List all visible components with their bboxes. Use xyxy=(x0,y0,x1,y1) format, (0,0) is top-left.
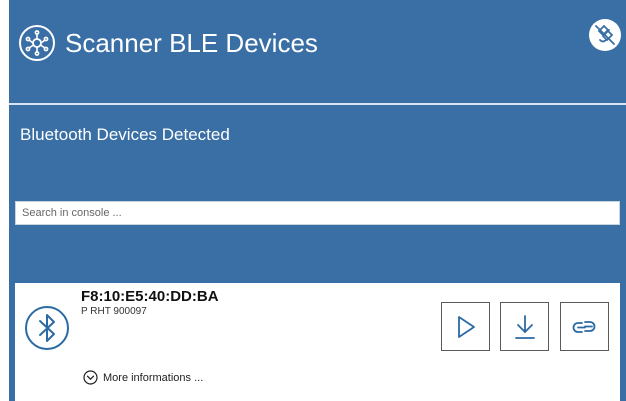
scanner-panel: Scanner BLE Devices Bluetooth Devices De… xyxy=(9,0,626,401)
app-header: Scanner BLE Devices xyxy=(9,0,626,88)
connect-button[interactable] xyxy=(560,302,609,351)
device-card[interactable]: F8:10:E5:40:DD:BA P RHT 900097 More info… xyxy=(15,283,620,401)
device-name: P RHT 900097 xyxy=(81,306,147,317)
section-title: Bluetooth Devices Detected xyxy=(20,125,230,144)
search-input[interactable] xyxy=(15,201,620,225)
header-divider xyxy=(9,103,626,105)
chevron-down-circle-icon xyxy=(83,370,98,385)
play-icon xyxy=(457,315,475,338)
bluetooth-icon xyxy=(25,306,69,350)
device-address: F8:10:E5:40:DD:BA xyxy=(81,288,219,305)
link-icon xyxy=(572,320,595,333)
app-title: Scanner BLE Devices xyxy=(65,28,318,58)
more-info-toggle[interactable]: More informations ... xyxy=(83,370,203,385)
network-hub-icon xyxy=(19,25,55,61)
satellite-off-icon[interactable] xyxy=(588,18,622,52)
play-button[interactable] xyxy=(441,302,490,351)
download-icon xyxy=(514,314,535,339)
download-button[interactable] xyxy=(500,302,549,351)
more-info-label: More informations ... xyxy=(103,371,204,384)
